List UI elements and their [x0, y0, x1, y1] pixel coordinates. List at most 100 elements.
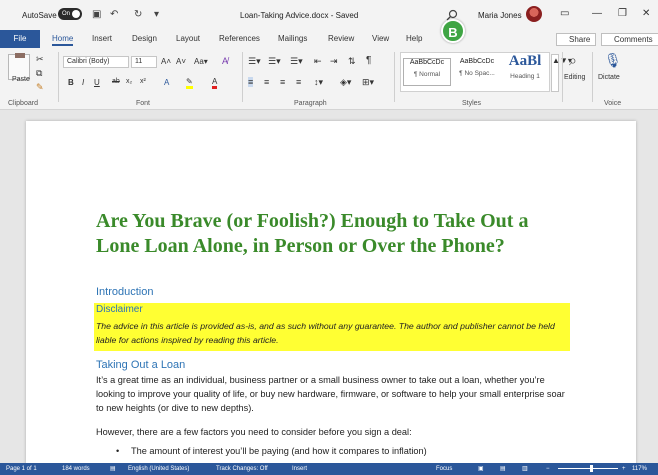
- document-title[interactable]: Loan-Taking Advice.docx - Saved: [240, 11, 358, 20]
- disclaimer-title: Disclaimer: [96, 304, 143, 315]
- clear-formatting-icon[interactable]: A̸: [222, 56, 228, 66]
- text-effects-icon[interactable]: A: [164, 78, 169, 87]
- callout-badge: B: [441, 19, 465, 43]
- borders-icon[interactable]: ⊞▾: [362, 77, 374, 88]
- autosave-toggle[interactable]: On: [58, 8, 82, 20]
- tab-mailings[interactable]: Mailings: [278, 34, 307, 43]
- increase-indent-icon[interactable]: ⇥: [330, 56, 338, 67]
- style-no-spacing[interactable]: AaBbCcDc ¶ No Spac...: [453, 58, 501, 77]
- tab-layout[interactable]: Layout: [176, 34, 200, 43]
- copy-icon[interactable]: ⧉: [36, 68, 42, 79]
- zoom-out-icon[interactable]: −: [546, 463, 550, 475]
- line-spacing-icon[interactable]: ↕▾: [314, 77, 323, 88]
- superscript-icon[interactable]: x²: [140, 78, 146, 85]
- user-name[interactable]: Maria Jones: [478, 11, 522, 20]
- align-center-icon[interactable]: ≡: [264, 77, 269, 87]
- tab-references[interactable]: References: [219, 34, 260, 43]
- minimize-icon[interactable]: —: [592, 8, 602, 19]
- change-case-icon[interactable]: Aa▾: [194, 57, 208, 66]
- group-label-font: Font: [136, 100, 151, 107]
- redo-icon[interactable]: ↻: [134, 9, 142, 20]
- tab-design[interactable]: Design: [132, 34, 157, 43]
- disclaimer-highlight[interactable]: Disclaimer The advice in this article is…: [94, 303, 570, 351]
- font-name-select[interactable]: Calibri (Body): [63, 56, 129, 68]
- paragraph-2[interactable]: However, there are a few factors you nee…: [96, 425, 576, 439]
- numbering-icon[interactable]: ☰▾: [268, 56, 281, 67]
- multilevel-list-icon[interactable]: ☰▾: [290, 56, 303, 67]
- font-color-icon[interactable]: A: [212, 78, 218, 89]
- justify-icon[interactable]: ≡: [296, 77, 301, 87]
- tab-view[interactable]: View: [372, 34, 389, 43]
- decrease-indent-icon[interactable]: ⇤: [314, 56, 322, 67]
- microphone-icon[interactable]: 🎙: [604, 52, 622, 69]
- document-heading[interactable]: Are You Brave (or Foolish?) Enough to Ta…: [96, 209, 576, 259]
- zoom-slider[interactable]: [558, 468, 618, 469]
- word-count[interactable]: 184 words: [62, 463, 90, 475]
- avatar[interactable]: [526, 6, 542, 22]
- font-size-select[interactable]: 11: [131, 56, 157, 68]
- group-label-clipboard: Clipboard: [8, 100, 38, 107]
- track-changes-status[interactable]: Track Changes: Off: [216, 463, 268, 475]
- undo-icon[interactable]: ↶: [110, 9, 118, 20]
- bullets-icon[interactable]: ☰▾: [248, 56, 261, 67]
- style-name: ¶ Normal: [413, 71, 441, 78]
- group-label-styles: Styles: [462, 100, 482, 107]
- web-layout-icon[interactable]: ▥: [522, 463, 528, 475]
- tab-file[interactable]: File: [0, 30, 40, 48]
- align-left-icon[interactable]: ≡: [248, 77, 254, 87]
- ribbon-home: Paste ✂ ⧉ ✎ Clipboard Calibri (Body) 11 …: [0, 48, 658, 110]
- tab-insert[interactable]: Insert: [92, 34, 112, 43]
- paste-label[interactable]: Paste: [12, 76, 30, 83]
- group-label-voice: Voice: [604, 100, 622, 107]
- tab-help[interactable]: Help: [406, 34, 422, 43]
- tab-review[interactable]: Review: [328, 34, 354, 43]
- save-icon[interactable]: ▣: [92, 9, 101, 20]
- heading-introduction[interactable]: Introduction: [96, 286, 153, 298]
- styles-gallery: AaBbCcDc ¶ Normal AaBbCcDc ¶ No Spac... …: [400, 52, 550, 92]
- zoom-in-icon[interactable]: +: [622, 463, 626, 475]
- cut-icon[interactable]: ✂: [36, 54, 44, 65]
- italic-icon[interactable]: I: [82, 78, 84, 87]
- heading-taking-out-a-loan[interactable]: Taking Out a Loan: [96, 359, 185, 371]
- close-icon[interactable]: ✕: [642, 8, 650, 19]
- restore-icon[interactable]: ❐: [618, 8, 627, 19]
- focus-mode[interactable]: Focus: [436, 463, 452, 475]
- align-right-icon[interactable]: ≡: [280, 77, 285, 87]
- highlight-icon[interactable]: ✎: [186, 78, 193, 89]
- title-bar: AutoSave On ▣ ↶ ↻ ▾ Loan-Taking Advice.d…: [0, 0, 658, 30]
- strikethrough-icon[interactable]: ab: [112, 78, 120, 85]
- share-button[interactable]: Share: [556, 33, 596, 46]
- insert-mode[interactable]: Insert: [292, 463, 307, 475]
- underline-icon[interactable]: U: [94, 78, 100, 87]
- style-heading-1[interactable]: AaBl Heading 1: [501, 54, 549, 81]
- sort-icon[interactable]: ⇅: [348, 56, 356, 67]
- editing-search-icon[interactable]: ⌕: [569, 52, 577, 69]
- document-page[interactable]: [26, 121, 636, 475]
- format-painter-icon[interactable]: ✎: [36, 82, 44, 93]
- page-count[interactable]: Page 1 of 1: [6, 463, 37, 475]
- read-mode-icon[interactable]: ▣: [478, 463, 484, 475]
- proofing-icon[interactable]: ▤: [110, 463, 116, 475]
- tab-home[interactable]: Home: [52, 34, 74, 46]
- zoom-slider-thumb[interactable]: [590, 465, 593, 472]
- style-name: Heading 1: [510, 73, 540, 80]
- language[interactable]: English (United States): [128, 463, 189, 475]
- shading-icon[interactable]: ◈▾: [340, 77, 351, 88]
- bullet-item[interactable]: The amount of interest you’ll be paying …: [116, 446, 427, 456]
- autosave-label: AutoSave: [22, 11, 57, 20]
- zoom-level[interactable]: 117%: [632, 463, 647, 475]
- subscript-icon[interactable]: x₂: [126, 78, 132, 85]
- customize-toolbar-icon[interactable]: ▾: [154, 9, 159, 20]
- ribbon-display-options-icon[interactable]: ▭: [560, 8, 569, 19]
- print-layout-icon[interactable]: ▤: [500, 463, 506, 475]
- show-formatting-marks-icon[interactable]: ¶: [366, 55, 371, 66]
- editing-label[interactable]: Editing: [564, 74, 585, 81]
- shrink-font-icon[interactable]: A˅: [176, 57, 186, 66]
- comments-button[interactable]: Comments: [601, 33, 658, 46]
- bold-icon[interactable]: B: [68, 78, 74, 87]
- paragraph-1[interactable]: It’s a great time as an individual, busi…: [96, 373, 566, 415]
- dictate-label[interactable]: Dictate: [598, 74, 620, 81]
- styles-scroll-icon[interactable]: ▲▼▾: [551, 54, 572, 92]
- grow-font-icon[interactable]: A˄: [161, 57, 171, 66]
- style-normal[interactable]: AaBbCcDc ¶ Normal: [403, 58, 451, 86]
